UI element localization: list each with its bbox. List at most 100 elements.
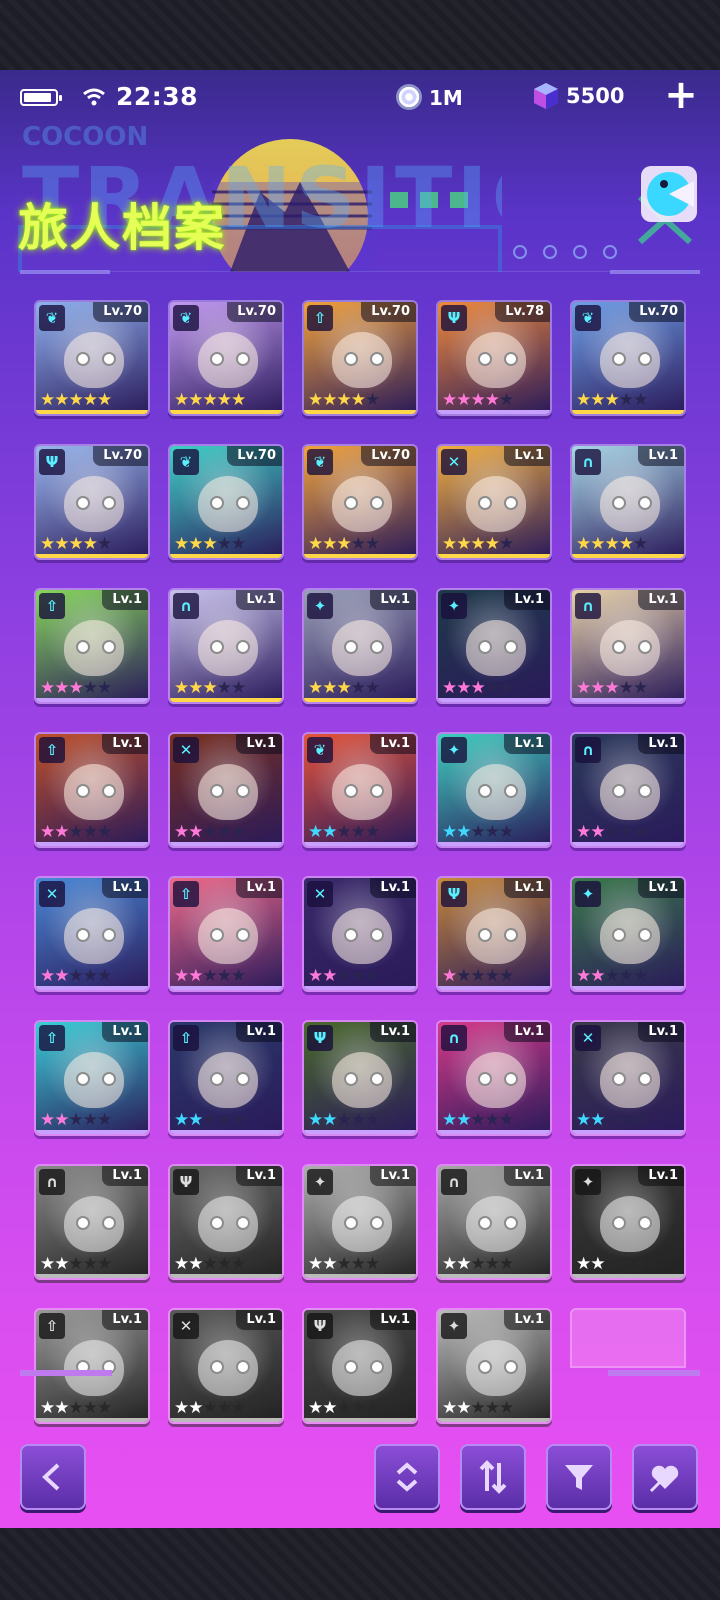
star-icon: ★ [484,822,500,842]
character-card[interactable]: ✦ Lv.1 ★★★★★ [302,1164,418,1280]
portrait-eye [478,352,492,366]
rarity-bar [572,1274,684,1278]
rarity-bar [36,410,148,414]
portrait-eye [504,352,518,366]
character-card[interactable]: ⇧ Lv.1 ★★★★★ [34,1020,150,1136]
star-icon: ★ [470,822,486,842]
character-card[interactable]: Ψ Lv.1 ★★★★★ [302,1020,418,1136]
character-card[interactable]: ❦ Lv.1 ★★★★★ [302,732,418,848]
character-card[interactable]: ∩ Lv.1 ★★★★★ [570,732,686,848]
character-card[interactable]: ❦ Lv.70 ★★★★★ [34,300,150,416]
character-card[interactable]: ⇧ Lv.1 ★★★★★ [34,588,150,704]
star-icon: ★ [40,534,55,554]
character-card[interactable]: ✦ Lv.1 ★★★★★ [302,588,418,704]
bow-icon: ✦ [307,1169,333,1195]
filter-button[interactable] [546,1444,612,1510]
portrait-eye [504,1360,518,1374]
sort-swap-button[interactable] [460,1444,526,1510]
character-card[interactable]: ⇧ Lv.1 ★★★★★ [34,1308,150,1424]
level-label: Lv.1 [370,1310,416,1330]
character-card[interactable]: Ψ Lv.78 ★★★★★ [436,300,552,416]
portrait-eye [344,352,358,366]
character-card[interactable]: ✕ Lv.1 ★★★★★ [168,1308,284,1424]
star-rating: ★★★★★ [308,678,380,698]
star-rating: ★★★★★ [442,534,514,554]
portrait-eye [344,640,358,654]
character-card[interactable]: Ψ Lv.1 ★★★★★ [168,1164,284,1280]
character-card[interactable]: ✦ Lv.1 ★★★★★ [570,876,686,992]
level-label: Lv.1 [504,590,550,610]
star-icon: ★ [216,390,232,410]
star-icon: ★ [216,1398,232,1418]
star-icon: ★ [590,966,605,986]
portrait-eye [370,640,384,654]
character-card[interactable]: ⇧ Lv.70 ★★★★★ [302,300,418,416]
star-icon: ★ [590,390,605,410]
character-card[interactable]: ✦ Lv.1 ★★★★★ [436,732,552,848]
character-card[interactable]: ∩ Lv.1 ★★★★★ [168,588,284,704]
character-card[interactable]: ⇧ Lv.1 ★★★★★ [168,1020,284,1136]
rarity-bar [304,1274,416,1278]
star-rating: ★★★★★ [442,678,514,698]
character-card[interactable]: Ψ Lv.1 ★★★★★ [302,1308,418,1424]
portrait-eye [102,928,116,942]
character-card[interactable]: ✕ Lv.1 ★★★★★ [302,876,418,992]
character-roster-grid: ❦ Lv.70 ★★★★★ ❦ Lv.70 ★★★★★ ⇧ Lv.70 ★★★★★ Ψ Lv.78 ★… [0,300,720,1440]
character-card[interactable]: ∩ Lv.1 ★★★★★ [34,1164,150,1280]
pacman-mascot-icon[interactable] [640,165,698,223]
character-card[interactable]: ❦ Lv.70 ★★★★★ [168,300,284,416]
star-icon: ★ [336,390,352,410]
star-icon: ★ [174,966,189,986]
portrait-eye [210,496,224,510]
add-currency-button[interactable]: + [664,75,698,115]
character-card[interactable]: ✦ Lv.1 ★★★★★ [436,588,552,704]
star-rating: ★★★★★ [576,390,648,410]
level-label: Lv.1 [504,1022,550,1042]
character-card[interactable]: ⇧ Lv.1 ★★★★★ [34,732,150,848]
portrait-eye [102,496,116,510]
back-button[interactable] [20,1444,86,1510]
star-icon: ★ [470,390,486,410]
star-icon: ★ [216,822,232,842]
star-rating: ★★★★★ [174,1110,246,1130]
portrait-eye [612,352,626,366]
star-icon: ★ [188,1110,203,1130]
star-icon: ★ [231,534,246,554]
character-card[interactable]: ∩ Lv.1 ★★★★★ [436,1020,552,1136]
star-icon: ★ [576,822,591,842]
star-icon: ★ [322,678,337,698]
level-label: Lv.1 [236,590,282,610]
character-card[interactable]: ❦ Lv.70 ★★★★★ [302,444,418,560]
character-card[interactable]: Ψ Lv.70 ★★★★★ [34,444,150,560]
character-card[interactable]: ✕ Lv.1 ★★★★★ [570,1020,686,1136]
star-icon: ★ [618,534,634,554]
character-card[interactable]: ❦ Lv.70 ★★★★★ [168,444,284,560]
character-card[interactable]: ✕ Lv.1 ★★★★★ [168,732,284,848]
sort-order-button[interactable] [374,1444,440,1510]
character-card[interactable]: ⇧ Lv.1 ★★★★★ [168,876,284,992]
character-card[interactable]: ∩ Lv.1 ★★★★★ [436,1164,552,1280]
character-card[interactable]: ✦ Lv.1 ★★★★★ [570,1164,686,1280]
star-icon: ★ [68,534,84,554]
star-rating: ★★★★★ [40,1110,112,1130]
character-card[interactable]: ✕ Lv.1 ★★★★★ [436,444,552,560]
favorite-button[interactable] [632,1444,698,1510]
star-icon: ★ [618,390,634,410]
portrait-eye [478,496,492,510]
portrait-eye [102,784,116,798]
character-card[interactable]: ✕ Lv.1 ★★★★★ [34,876,150,992]
star-rating: ★★★★★ [174,1254,246,1274]
star-icon: ★ [174,822,189,842]
swords-icon: ✕ [441,449,467,475]
star-icon: ★ [54,822,69,842]
character-card[interactable]: ❦ Lv.70 ★★★★★ [570,300,686,416]
character-card[interactable]: Ψ Lv.1 ★★★★★ [436,876,552,992]
character-card[interactable]: ∩ Lv.1 ★★★★★ [570,588,686,704]
rarity-bar [572,1130,684,1134]
character-card[interactable]: ∩ Lv.1 ★★★★★ [570,444,686,560]
portrait-eye [344,1072,358,1086]
star-icon: ★ [336,678,352,698]
rarity-bar [170,410,282,414]
arrow-up-icon: ⇧ [39,1025,65,1051]
character-card[interactable]: ✦ Lv.1 ★★★★★ [436,1308,552,1424]
